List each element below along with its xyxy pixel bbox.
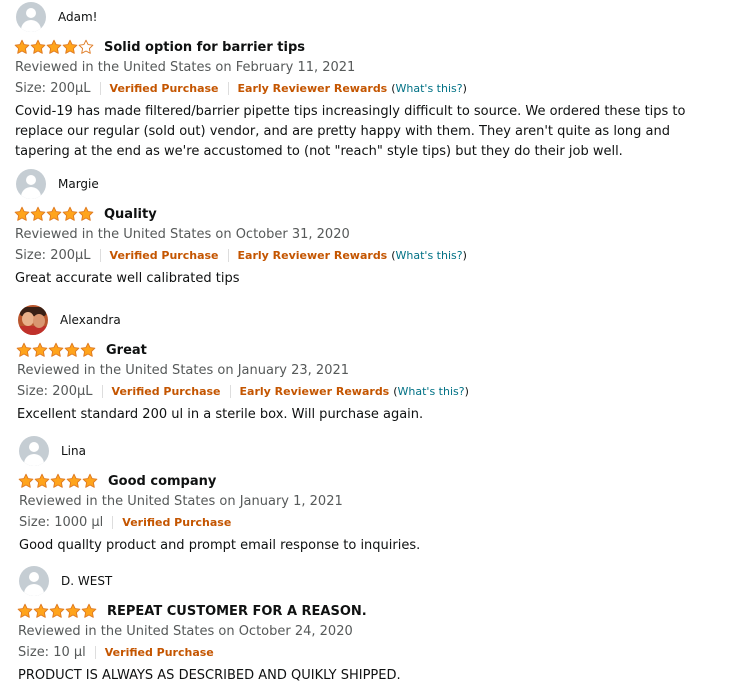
star-filled-icon [48, 342, 64, 357]
early-reviewer-badge: Early Reviewer Rewards [237, 248, 388, 262]
size-label[interactable]: Size: 1000 µl [19, 515, 103, 530]
star-filled-icon [30, 39, 46, 54]
review-title-row[interactable]: Quality [14, 205, 157, 223]
avatar [19, 436, 49, 466]
review-date: Reviewed in the United States on Februar… [15, 60, 356, 75]
size-label[interactable]: Size: 200µL [17, 384, 93, 399]
star-filled-icon [62, 39, 78, 54]
verified-purchase-badge: Verified Purchase [111, 384, 221, 398]
verified-purchase-badge: Verified Purchase [104, 645, 214, 659]
star-filled-icon [78, 206, 94, 221]
review-body: PRODUCT IS ALWAYS AS DESCRIBED AND QUIKL… [18, 668, 401, 683]
star-filled-icon [66, 473, 82, 488]
star-filled-icon [62, 206, 78, 221]
review-title[interactable]: Good company [108, 474, 216, 489]
avatar [16, 169, 46, 199]
review-title-row[interactable]: Great [16, 341, 147, 359]
star-filled-icon [50, 473, 66, 488]
whats-this-link[interactable]: What's this? [396, 249, 463, 262]
star-filled-icon [65, 603, 81, 618]
divider [112, 515, 114, 529]
star-empty-icon [78, 39, 94, 54]
star-filled-icon [16, 342, 32, 357]
review-body: Good quallty product and prompt email re… [19, 538, 421, 553]
divider [227, 81, 229, 95]
review-meta: Size: 200µL Verified Purchase Early Revi… [15, 80, 467, 96]
reviewer-name[interactable]: Lina [61, 444, 86, 458]
early-reviewer-badge: Early Reviewer Rewards [239, 384, 390, 398]
review-meta: Size: 200µL Verified Purchase Early Revi… [17, 383, 469, 399]
divider [94, 645, 96, 659]
divider [229, 384, 231, 398]
review-body: Covid-19 has made filtered/barrier pipet… [15, 104, 686, 159]
reviewer-name[interactable]: Adam! [58, 10, 97, 24]
review-meta: Size: 10 µl Verified Purchase [18, 644, 214, 660]
verified-purchase-badge: Verified Purchase [122, 515, 232, 529]
star-filled-icon [64, 342, 80, 357]
size-label[interactable]: Size: 200µL [15, 81, 91, 96]
review-title-row[interactable]: Good company [18, 472, 216, 490]
verified-purchase-badge: Verified Purchase [109, 81, 219, 95]
star-filled-icon [33, 603, 49, 618]
size-label[interactable]: Size: 200µL [15, 248, 91, 263]
review-meta: Size: 1000 µl Verified Purchase [19, 514, 231, 530]
review-date: Reviewed in the United States on January… [19, 494, 343, 509]
review-title[interactable]: Solid option for barrier tips [104, 40, 305, 55]
avatar [19, 566, 49, 596]
verified-purchase-badge: Verified Purchase [109, 248, 219, 262]
reviewer-profile[interactable]: Alexandra [18, 305, 121, 335]
review-date: Reviewed in the United States on January… [17, 363, 350, 378]
star-filled-icon [46, 206, 62, 221]
review-title[interactable]: Quality [104, 207, 157, 222]
star-filled-icon [18, 473, 34, 488]
star-filled-icon [14, 39, 30, 54]
divider [227, 248, 229, 262]
review-title[interactable]: REPEAT CUSTOMER FOR A REASON. [107, 604, 367, 619]
early-reviewer-badge: Early Reviewer Rewards [237, 81, 388, 95]
review-date: Reviewed in the United States on October… [15, 227, 350, 242]
reviewer-name[interactable]: D. WEST [61, 574, 112, 588]
star-rating [14, 39, 94, 55]
star-filled-icon [80, 342, 96, 357]
divider [99, 81, 101, 95]
star-filled-icon [49, 603, 65, 618]
reviewer-name[interactable]: Alexandra [60, 313, 121, 327]
avatar [16, 2, 46, 32]
review-date: Reviewed in the United States on October… [18, 624, 353, 639]
reviewer-name[interactable]: Margie [58, 177, 99, 191]
star-filled-icon [32, 342, 48, 357]
star-rating [18, 473, 98, 489]
review-body: Excellent standard 200 ul in a sterile b… [17, 407, 424, 422]
star-rating [14, 206, 94, 222]
review-title[interactable]: Great [106, 343, 147, 358]
whats-this-link[interactable]: What's this? [398, 385, 465, 398]
star-filled-icon [30, 206, 46, 221]
whats-this-link[interactable]: What's this? [396, 82, 463, 95]
reviewer-profile[interactable]: Adam! [16, 2, 97, 32]
divider [99, 248, 101, 262]
reviewer-profile[interactable]: D. WEST [19, 566, 112, 596]
star-filled-icon [17, 603, 33, 618]
star-filled-icon [14, 206, 30, 221]
review-body: Great accurate well calibrated tips [15, 271, 240, 286]
star-filled-icon [81, 603, 97, 618]
divider [101, 384, 103, 398]
star-filled-icon [82, 473, 98, 488]
review-title-row[interactable]: REPEAT CUSTOMER FOR A REASON. [17, 602, 367, 620]
star-rating [16, 342, 96, 358]
reviewer-profile[interactable]: Lina [19, 436, 86, 466]
star-filled-icon [34, 473, 50, 488]
star-filled-icon [46, 39, 62, 54]
review-meta: Size: 200µL Verified Purchase Early Revi… [15, 247, 467, 263]
star-rating [17, 603, 97, 619]
size-label[interactable]: Size: 10 µl [18, 645, 86, 660]
avatar [18, 305, 48, 335]
reviewer-profile[interactable]: Margie [16, 169, 99, 199]
review-title-row[interactable]: Solid option for barrier tips [14, 38, 305, 56]
